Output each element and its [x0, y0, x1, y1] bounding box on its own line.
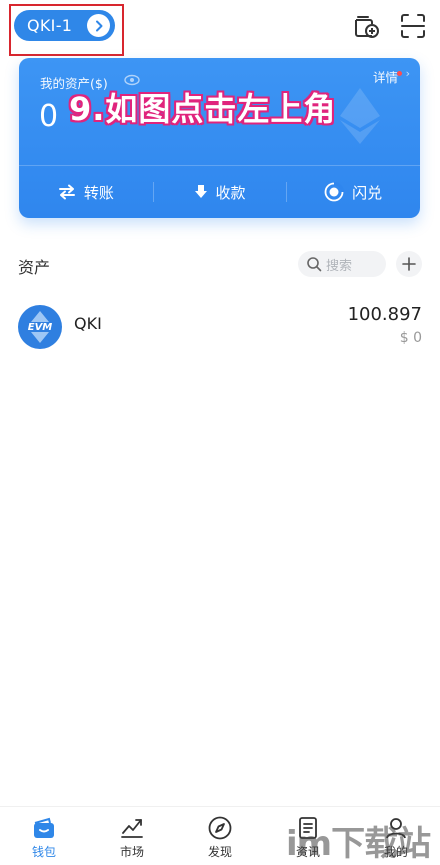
receive-icon [194, 185, 207, 198]
asset-amount: 0 [39, 99, 59, 134]
swap-label: 闪兑 [352, 183, 383, 202]
swap-icon [324, 182, 345, 202]
search-placeholder: 搜索 [326, 258, 353, 274]
swap-button[interactable]: 闪兑 [286, 166, 420, 218]
transfer-icon [58, 184, 75, 200]
token-fiat-value: $ 0 [399, 330, 422, 346]
asset-card: 我的资产($) 0 详情 › 转账 收款 闪兑 [19, 58, 420, 218]
chevron-right-small-icon: › [405, 67, 410, 80]
compass-icon [208, 816, 232, 840]
annotation-highlight-box [9, 4, 124, 56]
evm-token-icon: EVM [18, 305, 62, 349]
nav-item-discover[interactable]: 发现 [176, 807, 264, 863]
tutorial-annotation: 9.如图点击左上角 [69, 90, 337, 128]
assets-title: 资产 [18, 258, 51, 277]
ethereum-diamond-icon [340, 88, 380, 144]
search-icon [307, 257, 322, 272]
top-bar: QKI-1 [0, 0, 440, 56]
card-actions: 转账 收款 闪兑 [19, 166, 420, 218]
nav-label-market: 市场 [119, 845, 144, 859]
receive-button[interactable]: 收款 [152, 166, 287, 218]
nav-label-discover: 发现 [207, 845, 232, 859]
add-wallet-icon[interactable] [352, 12, 380, 40]
receive-label: 收款 [215, 183, 246, 202]
token-name: QKI [74, 314, 102, 333]
wallet-icon [34, 817, 54, 838]
token-row[interactable]: EVM QKI 100.897 $ 0 [0, 296, 440, 356]
transfer-label: 转账 [83, 183, 114, 202]
detail-link[interactable]: 详情 [373, 67, 398, 86]
evm-logo-text: EVM [28, 322, 53, 333]
plus-icon [402, 257, 416, 271]
asset-search-input[interactable]: 搜索 [298, 251, 386, 277]
nav-label-wallet: 钱包 [31, 845, 56, 859]
token-amount: 100.897 [347, 304, 422, 325]
nav-item-market[interactable]: 市场 [88, 807, 176, 863]
add-token-button[interactable] [396, 251, 422, 277]
market-icon [121, 819, 143, 838]
nav-item-wallet[interactable]: 钱包 [0, 807, 88, 863]
scan-icon[interactable] [399, 12, 427, 40]
site-watermark: im下载站 [286, 824, 431, 864]
transfer-button[interactable]: 转账 [19, 166, 153, 218]
notification-dot [397, 71, 402, 76]
